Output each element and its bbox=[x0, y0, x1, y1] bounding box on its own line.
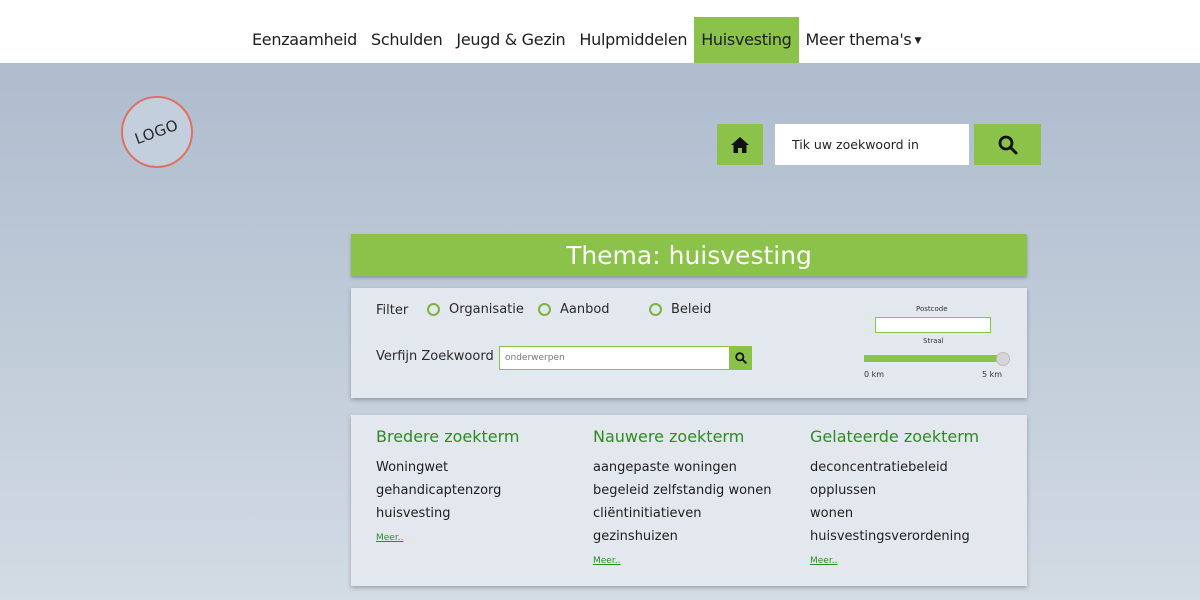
term-link[interactable]: gezinshuizen bbox=[593, 525, 772, 548]
home-icon bbox=[731, 136, 749, 153]
search-input[interactable] bbox=[775, 124, 969, 165]
refine-input[interactable] bbox=[499, 346, 730, 370]
theme-menu: Eenzaamheid Schulden Jeugd & Gezin Hulpm… bbox=[245, 17, 928, 63]
narrower-terms-column: Nauwere zoekterm aangepaste woningen beg… bbox=[593, 427, 772, 567]
filter-option-label: Beleid bbox=[671, 302, 712, 317]
broader-terms-column: Bredere zoekterm Woningwet gehandicapten… bbox=[376, 427, 520, 544]
radius-slider-handle[interactable] bbox=[996, 352, 1010, 366]
search-icon bbox=[998, 135, 1017, 154]
column-title: Nauwere zoekterm bbox=[593, 427, 745, 446]
term-link[interactable]: begeleid zelfstandig wonen bbox=[593, 479, 772, 502]
nav-item-eenzaamheid[interactable]: Eenzaamheid bbox=[245, 17, 364, 63]
more-link[interactable]: Meer.. bbox=[376, 533, 403, 543]
term-link[interactable]: cliëntinitiatieven bbox=[593, 502, 772, 525]
filter-option-label: Aanbod bbox=[560, 302, 610, 317]
refine-search-button[interactable] bbox=[730, 346, 752, 370]
search-terms-panel: Bredere zoekterm Woningwet gehandicapten… bbox=[351, 415, 1027, 586]
term-link[interactable]: huisvesting bbox=[376, 502, 520, 525]
nav-item-meer-themas[interactable]: Meer thema's ▼ bbox=[799, 17, 929, 63]
nav-item-jeugd-gezin[interactable]: Jeugd & Gezin bbox=[449, 17, 572, 63]
nav-item-hulpmiddelen[interactable]: Hulpmiddelen bbox=[572, 17, 694, 63]
term-link[interactable]: huisvestingsverordening bbox=[810, 525, 979, 548]
column-title: Gelateerde zoekterm bbox=[810, 427, 980, 446]
term-link[interactable]: Woningwet bbox=[376, 456, 520, 479]
term-link[interactable]: deconcentratiebeleid bbox=[810, 456, 979, 479]
radio-circle-icon bbox=[427, 303, 440, 316]
postcode-input[interactable] bbox=[875, 317, 991, 333]
filter-option-label: Organisatie bbox=[449, 302, 524, 317]
top-navigation: Eenzaamheid Schulden Jeugd & Gezin Hulpm… bbox=[0, 0, 1200, 63]
radio-circle-icon bbox=[538, 303, 551, 316]
term-link[interactable]: opplussen bbox=[810, 479, 979, 502]
radius-slider-track[interactable] bbox=[864, 355, 999, 362]
more-link[interactable]: Meer.. bbox=[593, 556, 620, 566]
caret-down-icon: ▼ bbox=[914, 35, 922, 46]
home-button[interactable] bbox=[717, 124, 763, 165]
search-icon bbox=[735, 352, 747, 364]
filter-option-beleid[interactable]: Beleid bbox=[649, 302, 711, 317]
search-button[interactable] bbox=[974, 124, 1041, 165]
related-terms-column: Gelateerde zoekterm deconcentratiebeleid… bbox=[810, 427, 979, 567]
radius-max-label: 5 km bbox=[982, 370, 1003, 379]
logo-text: LOGO bbox=[132, 115, 182, 149]
logo[interactable]: LOGO bbox=[121, 96, 193, 168]
filter-panel: Filter Organisatie Aanbod Beleid Verfijn… bbox=[351, 288, 1027, 398]
filter-label: Filter bbox=[376, 303, 409, 318]
term-link[interactable]: gehandicaptenzorg bbox=[376, 479, 520, 502]
nav-item-meer-themas-label: Meer thema's bbox=[805, 30, 912, 49]
filter-option-aanbod[interactable]: Aanbod bbox=[538, 302, 610, 317]
nav-item-schulden[interactable]: Schulden bbox=[364, 17, 449, 63]
nav-item-huisvesting[interactable]: Huisvesting bbox=[694, 17, 799, 63]
radio-circle-icon bbox=[649, 303, 662, 316]
column-title: Bredere zoekterm bbox=[376, 427, 520, 446]
radius-label: Straal bbox=[923, 337, 944, 345]
postcode-label: Postcode bbox=[916, 305, 948, 313]
theme-title: Thema: huisvesting bbox=[566, 240, 812, 270]
filter-option-organisatie[interactable]: Organisatie bbox=[427, 302, 524, 317]
term-link[interactable]: wonen bbox=[810, 502, 979, 525]
refine-label: Verfijn Zoekwoord bbox=[376, 349, 494, 364]
theme-banner: Thema: huisvesting bbox=[351, 234, 1027, 276]
radius-min-label: 0 km bbox=[864, 370, 885, 379]
more-link[interactable]: Meer.. bbox=[810, 556, 837, 566]
term-link[interactable]: aangepaste woningen bbox=[593, 456, 772, 479]
